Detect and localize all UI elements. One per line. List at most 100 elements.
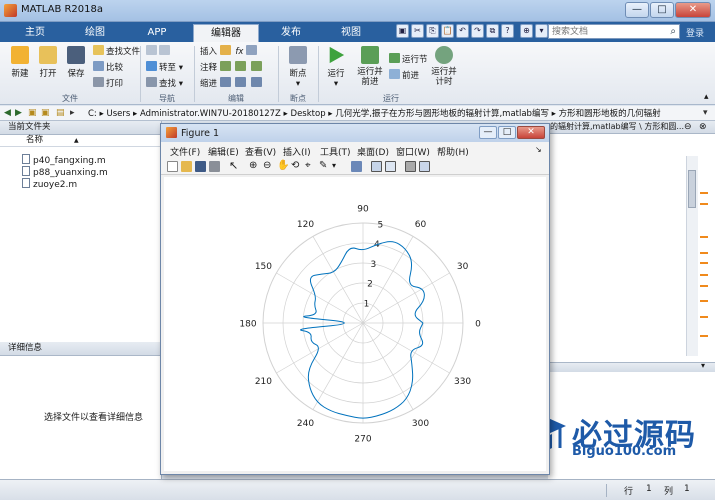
file-item[interactable]: p88_yuanxing.m <box>22 166 108 178</box>
link-plot-icon[interactable] <box>351 161 362 172</box>
minimize-button[interactable]: — <box>625 2 649 18</box>
cut-quick-icon[interactable]: ✂ <box>411 24 424 38</box>
file-item[interactable]: zuoye2.m <box>22 178 77 190</box>
file-column-header[interactable]: 名称 ▲ <box>0 135 161 147</box>
menu-file[interactable]: 文件(F) <box>170 145 200 158</box>
save-button[interactable]: 保存 <box>62 46 90 79</box>
path-dropdown-icon[interactable]: ▾ <box>703 108 708 119</box>
run-time-button[interactable]: 运行并 计时 <box>428 46 460 87</box>
code-marker[interactable] <box>700 262 708 264</box>
breakpoints-button[interactable]: 断点 ▾ <box>284 46 312 89</box>
current-path[interactable]: C: ▸ Users ▸ Administrator.WIN7U-2018012… <box>88 107 661 119</box>
forward-icon[interactable]: ▶ <box>15 108 22 119</box>
community-icon[interactable]: ⊕ <box>520 24 533 38</box>
polar-plot[interactable]: 030609012015018021024027030033012345 <box>164 177 546 471</box>
advance-button[interactable]: 前进 <box>389 69 419 82</box>
save-quick-icon[interactable]: ▣ <box>396 24 409 38</box>
figure-minimize-button[interactable]: — <box>479 126 497 139</box>
search-icon[interactable]: ⌕ <box>670 26 676 37</box>
dock-arrow-icon[interactable]: ↘ <box>535 145 542 157</box>
close-button[interactable]: ✕ <box>675 2 711 18</box>
run-button[interactable]: 运行 ▾ <box>322 46 350 89</box>
run-section-button[interactable]: 运行节 <box>389 53 428 66</box>
ribbon-collapse-icon[interactable]: ▴ <box>704 92 709 102</box>
switch-windows-icon[interactable]: ⧉ <box>486 24 499 38</box>
browse-folder-icon[interactable]: ▣ <box>41 108 50 119</box>
insert-legend-icon[interactable] <box>385 161 396 172</box>
hide-plot-tools-icon[interactable] <box>405 161 416 172</box>
indent-button[interactable]: 缩进 <box>200 77 264 90</box>
brush-icon[interactable]: ✎ <box>319 161 330 172</box>
open-file-icon[interactable] <box>181 161 192 172</box>
undo-quick-icon[interactable]: ↶ <box>456 24 469 38</box>
scrollbar-thumb[interactable] <box>688 170 696 208</box>
data-cursor-icon[interactable]: ⌖ <box>305 161 316 172</box>
brush-dropdown-icon[interactable]: ▾ <box>332 161 343 172</box>
figure-axes-area[interactable]: 0 30 60 90 120 150 180 210 240 270 300 330 1 2 3 4 5 <box>164 177 546 471</box>
search-input[interactable] <box>549 25 661 38</box>
insert-button[interactable]: 插入 fx <box>200 45 259 58</box>
menu-tools[interactable]: 工具(T) <box>320 145 351 158</box>
tab-editor[interactable]: 编辑器 <box>193 24 259 42</box>
code-marker[interactable] <box>700 285 708 287</box>
new-figure-icon[interactable] <box>167 161 178 172</box>
code-marker[interactable] <box>700 236 708 238</box>
rotate-3d-icon[interactable]: ⟲ <box>291 161 302 172</box>
search-box[interactable]: ⌕ <box>548 24 680 39</box>
goto-button[interactable]: 转至 ▾ <box>146 61 183 74</box>
menu-view[interactable]: 查看(V) <box>245 145 276 158</box>
open-button[interactable]: 打开 <box>34 46 62 79</box>
tab-plots[interactable]: 绘图 <box>66 24 124 42</box>
menu-desktop[interactable]: 桌面(D) <box>357 145 389 158</box>
close-panel-icon[interactable]: ⊗ <box>699 122 707 132</box>
code-marker[interactable] <box>700 192 708 194</box>
code-marker[interactable] <box>700 316 708 318</box>
figure-close-button[interactable]: ✕ <box>517 126 545 139</box>
pan-hand-icon[interactable]: ✋ <box>277 161 289 172</box>
save-figure-icon[interactable] <box>195 161 206 172</box>
find-button[interactable]: 查找 ▾ <box>146 77 183 90</box>
nav-back-forward[interactable] <box>146 45 172 58</box>
menu-edit[interactable]: 编辑(E) <box>208 145 239 158</box>
tab-home[interactable]: 主页 <box>6 24 64 42</box>
figure-maximize-button[interactable]: □ <box>498 126 516 139</box>
tab-view[interactable]: 视图 <box>322 24 380 42</box>
run-advance-button[interactable]: 运行并 前进 <box>354 46 386 87</box>
insert-colorbar-icon[interactable] <box>371 161 382 172</box>
command-expand-icon[interactable]: ▾ <box>701 361 705 370</box>
menu-insert[interactable]: 插入(I) <box>283 145 311 158</box>
maximize-button[interactable]: □ <box>650 2 674 18</box>
back-icon[interactable]: ◀ <box>4 108 11 119</box>
zoom-in-icon[interactable]: ⊕ <box>249 161 260 172</box>
figure-title-bar[interactable]: Figure 1 — □ ✕ <box>161 124 549 142</box>
edit-plot-arrow-icon[interactable]: ↖ <box>229 160 240 172</box>
print-figure-icon[interactable] <box>209 161 220 172</box>
menu-window[interactable]: 窗口(W) <box>396 145 430 158</box>
up-folder-icon[interactable]: ▣ <box>28 108 37 119</box>
code-marker[interactable] <box>700 274 708 276</box>
new-button[interactable]: 新建 <box>6 46 34 79</box>
redo-quick-icon[interactable]: ↷ <box>471 24 484 38</box>
paste-quick-icon[interactable]: 📋 <box>441 24 454 38</box>
help-quick-icon[interactable]: ? <box>501 24 514 38</box>
copy-quick-icon[interactable]: ⎘ <box>426 24 439 38</box>
file-item[interactable]: p40_fangxing.m <box>22 154 106 166</box>
figure-window[interactable]: Figure 1 — □ ✕ 文件(F) 编辑(E) 查看(V) 插入(I) 工… <box>160 123 550 475</box>
help-dropdown-icon[interactable]: ▾ <box>535 24 548 38</box>
compare-button[interactable]: 比较 <box>93 61 123 74</box>
print-button[interactable]: 打印 <box>93 77 123 90</box>
show-plot-tools-icon[interactable] <box>419 161 430 172</box>
find-files-button[interactable]: 查找文件 <box>93 45 140 58</box>
comment-button[interactable]: 注释 <box>200 61 264 74</box>
code-marker[interactable] <box>700 252 708 254</box>
current-folder-pane: 当前文件夹 名称 ▲ p40_fangxing.m p88_yuanxing.m… <box>0 121 162 342</box>
code-marker[interactable] <box>700 335 708 337</box>
tab-publish[interactable]: 发布 <box>262 24 320 42</box>
menu-help[interactable]: 帮助(H) <box>437 145 469 158</box>
help-circle-icon[interactable]: ⊖ <box>684 122 692 132</box>
tab-apps[interactable]: APP <box>128 24 186 42</box>
code-marker[interactable] <box>700 300 708 302</box>
zoom-out-icon[interactable]: ⊖ <box>263 161 274 172</box>
code-marker[interactable] <box>700 203 708 205</box>
sign-in-link[interactable]: 登录 <box>686 26 704 39</box>
